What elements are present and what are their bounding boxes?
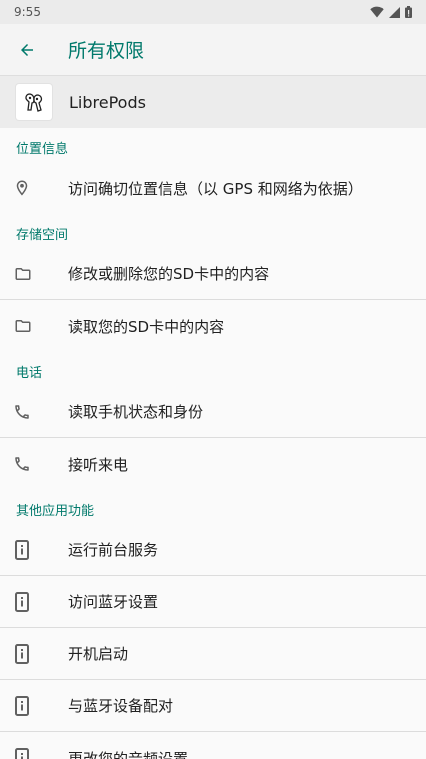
app-icon [16, 84, 52, 120]
back-button[interactable] [0, 24, 54, 76]
permission-label: 运行前台服务 [68, 541, 159, 559]
app-bar: 所有权限 [0, 24, 426, 76]
status-icons [370, 6, 412, 18]
battery-icon [405, 6, 412, 18]
permission-item-read-phone-state[interactable]: 读取手机状态和身份 [0, 386, 426, 438]
permission-item-foreground-service[interactable]: 运行前台服务 [0, 524, 426, 576]
permission-item-bluetooth-pair[interactable]: 与蓝牙设备配对 [0, 680, 426, 732]
status-time: 9:55 [14, 5, 41, 19]
page-title: 所有权限 [68, 40, 145, 62]
section-header-location: 位置信息 [16, 142, 69, 157]
app-name: LibrePods [69, 92, 146, 112]
device-info-icon [15, 643, 29, 664]
permission-item-answer-calls[interactable]: 接听来电 [0, 438, 426, 490]
device-info-icon [15, 591, 29, 612]
device-info-icon [15, 748, 29, 759]
permission-label: 读取您的SD卡中的内容 [68, 317, 225, 336]
wifi-icon [370, 6, 384, 18]
earbuds-icon [25, 93, 43, 112]
section-header-other: 其他应用功能 [16, 504, 95, 519]
status-bar: 9:55 [0, 0, 426, 24]
section-header-phone: 电话 [16, 366, 43, 381]
arrow-back-icon [21, 43, 33, 56]
permission-label: 访问确切位置信息（以 GPS 和网络为依据） [68, 179, 363, 198]
permission-item-audio-settings[interactable]: 更改您的音频设置 [0, 732, 426, 759]
permission-label: 访问蓝牙设置 [68, 593, 159, 611]
app-header: LibrePods [0, 76, 426, 128]
permission-label: 开机启动 [68, 645, 129, 663]
permission-item-read-sd[interactable]: 读取您的SD卡中的内容 [0, 300, 426, 352]
permission-label: 接听来电 [68, 455, 129, 474]
section-header-storage: 存储空间 [16, 228, 69, 243]
device-info-icon [15, 539, 29, 560]
device-info-icon [15, 695, 29, 716]
phone-icon [15, 457, 29, 471]
permission-label: 修改或删除您的SD卡中的内容 [68, 265, 270, 283]
permission-item-bluetooth-settings[interactable]: 访问蓝牙设置 [0, 576, 426, 628]
folder-icon [15, 267, 31, 280]
cell-signal-icon [389, 6, 400, 18]
location-pin-icon-wrap [0, 179, 68, 197]
permission-label: 更改您的音频设置 [68, 749, 189, 759]
permission-item-modify-sd[interactable]: 修改或删除您的SD卡中的内容 [0, 248, 426, 300]
permission-item-precise-location[interactable]: 访问确切位置信息（以 GPS 和网络为依据） [0, 162, 426, 214]
permission-label: 读取手机状态和身份 [68, 403, 204, 421]
phone-icon [15, 404, 29, 419]
permission-item-boot-start[interactable]: 开机启动 [0, 628, 426, 680]
permission-label: 与蓝牙设备配对 [68, 697, 174, 715]
folder-icon [15, 320, 31, 332]
location-pin-icon [16, 180, 28, 196]
